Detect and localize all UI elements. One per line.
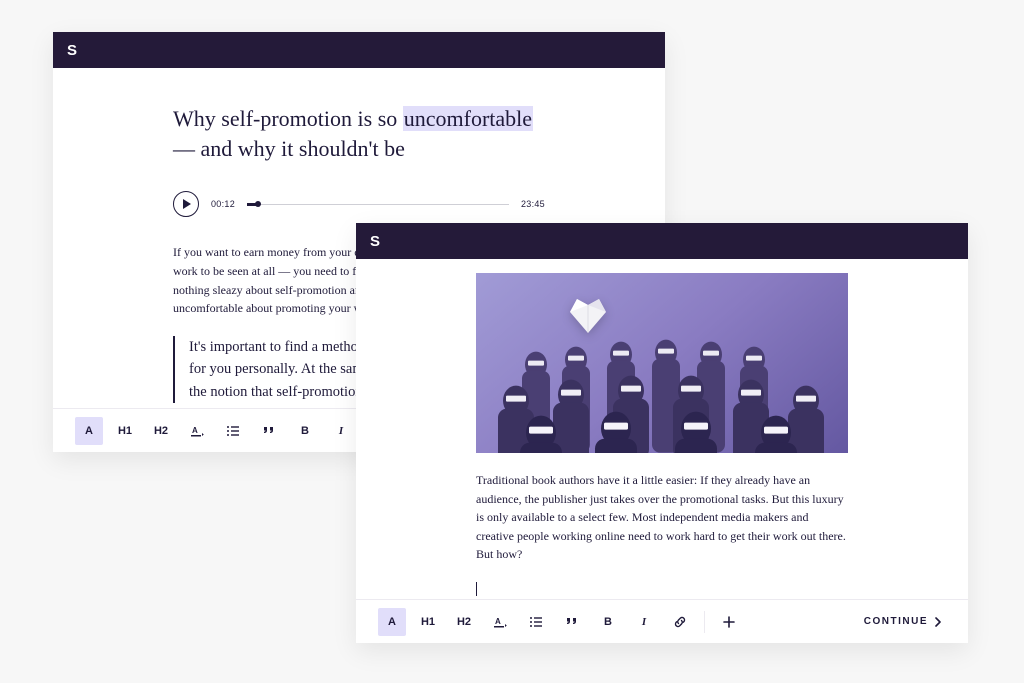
list-icon	[226, 424, 240, 438]
list-button[interactable]	[522, 608, 550, 636]
feature-image[interactable]	[476, 273, 848, 453]
title-text-post: — and why it shouldn't be	[173, 136, 405, 161]
bold-button[interactable]: B	[594, 608, 622, 636]
paragraph-style-button[interactable]: A	[75, 417, 103, 445]
titlebar: S	[53, 32, 665, 68]
list-button[interactable]	[219, 417, 247, 445]
link-icon	[673, 615, 687, 629]
quote-button[interactable]	[255, 417, 283, 445]
heading1-button[interactable]: H1	[414, 608, 442, 636]
play-icon	[182, 199, 191, 209]
svg-text:A: A	[192, 426, 198, 435]
quote-icon	[565, 615, 579, 629]
chevron-right-icon	[934, 617, 942, 627]
formatting-toolbar: A H1 H2 A B I CONTINUE	[356, 599, 968, 643]
plus-icon	[723, 616, 735, 628]
toolbar-divider	[704, 611, 705, 633]
title-text-highlight: uncomfortable	[403, 106, 533, 131]
audio-progress[interactable]	[247, 204, 509, 205]
heading2-button[interactable]: H2	[450, 608, 478, 636]
audio-current-time: 00:12	[211, 199, 235, 209]
heading1-button[interactable]: H1	[111, 417, 139, 445]
svg-text:A: A	[495, 617, 501, 626]
text-cursor	[476, 582, 477, 596]
italic-button[interactable]: I	[630, 608, 658, 636]
app-logo: S	[370, 233, 381, 250]
editor-window-front: S	[356, 223, 968, 643]
bold-button[interactable]: B	[291, 417, 319, 445]
text-color-icon: A	[190, 424, 204, 438]
text-color-button[interactable]: A	[486, 608, 514, 636]
italic-button[interactable]: I	[327, 417, 355, 445]
play-button[interactable]	[173, 191, 199, 217]
quote-icon	[262, 424, 276, 438]
text-color-button[interactable]: A	[183, 417, 211, 445]
document-content[interactable]: Traditional book authors have it a littl…	[356, 259, 968, 599]
audio-player: 00:12 23:45	[173, 191, 545, 217]
add-block-button[interactable]	[715, 608, 743, 636]
document-title[interactable]: Why self-promotion is so uncomfortable —…	[173, 104, 545, 163]
quote-button[interactable]	[558, 608, 586, 636]
crowd-illustration	[476, 305, 848, 453]
titlebar: S	[356, 223, 968, 259]
paragraph[interactable]: Traditional book authors have it a littl…	[476, 471, 848, 564]
heart-icon	[566, 295, 610, 338]
link-button[interactable]	[666, 608, 694, 636]
list-icon	[529, 615, 543, 629]
continue-button[interactable]: CONTINUE	[860, 610, 946, 633]
app-logo: S	[67, 42, 78, 59]
title-text-pre: Why self-promotion is so	[173, 106, 403, 131]
audio-progress-knob[interactable]	[255, 201, 261, 207]
text-color-icon: A	[493, 615, 507, 629]
continue-label: CONTINUE	[864, 616, 928, 627]
heading2-button[interactable]: H2	[147, 417, 175, 445]
audio-total-time: 23:45	[521, 199, 545, 209]
paragraph-style-button[interactable]: A	[378, 608, 406, 636]
